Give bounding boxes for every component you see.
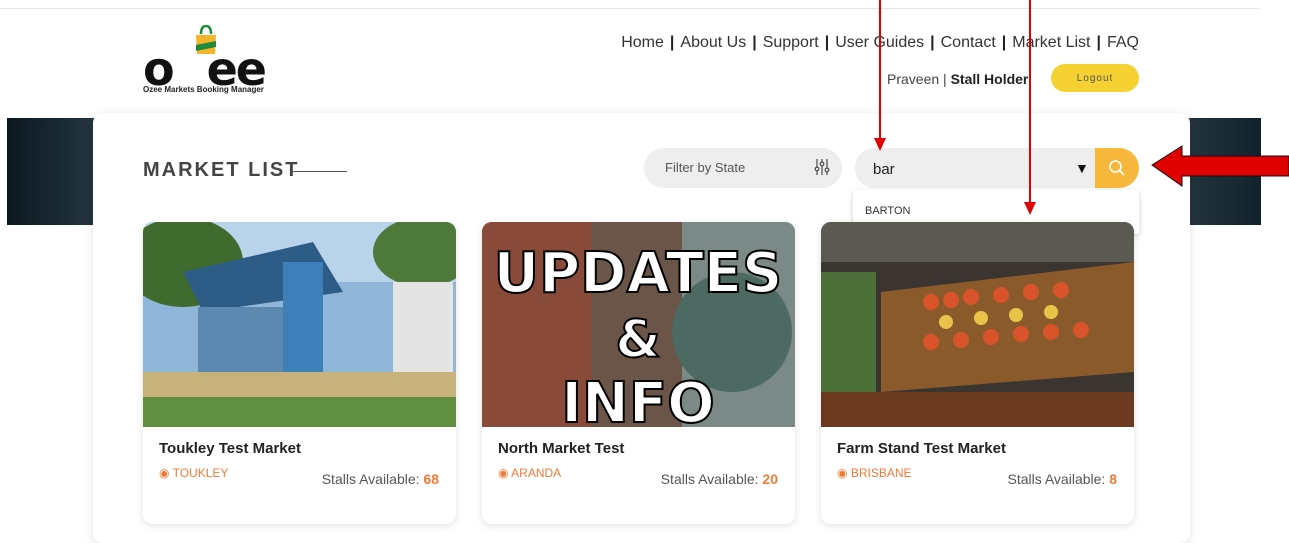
search-button[interactable] (1095, 148, 1139, 188)
nav-home[interactable]: Home (621, 34, 664, 51)
title-underline (293, 171, 347, 172)
market-image-toukley (143, 222, 456, 427)
ozee-logo[interactable]: o ee Ozee Markets Booking Manager (143, 25, 293, 95)
triangle-down-icon[interactable]: ▼ (1075, 160, 1089, 176)
nav-separator: | (669, 34, 675, 51)
stalls-available: Stalls Available: 68 (322, 471, 439, 487)
user-role: Stall Holder (950, 71, 1029, 87)
search-input[interactable] (871, 156, 1065, 182)
market-location: ◉ TOUKLEY (159, 466, 228, 480)
user-name: Praveen (887, 71, 940, 87)
market-image-farm-stand (821, 222, 1134, 427)
market-location: ◉ ARANDA (498, 466, 561, 480)
image-text-updates: UPDATES (494, 241, 783, 306)
filter-by-state[interactable]: Filter by State (644, 148, 842, 188)
nav-support[interactable]: Support (763, 34, 819, 51)
suggestion-item[interactable]: BARTON (865, 205, 910, 217)
market-search-box[interactable]: ▼ (855, 148, 1139, 188)
location-text: ARANDA (511, 466, 562, 480)
logout-button[interactable]: Logout (1051, 64, 1139, 92)
sliders-icon (814, 158, 830, 181)
stalls-available: Stalls Available: 20 (661, 471, 778, 487)
stalls-label: Stalls Available: (321, 471, 420, 487)
nav-separator: | (824, 34, 830, 51)
location-text: TOUKLEY (172, 466, 229, 480)
stalls-count: 20 (762, 471, 778, 487)
user-separator: | (943, 71, 947, 87)
market-card[interactable]: Toukley Test Market ◉ TOUKLEY Stalls Ava… (143, 222, 456, 524)
nav-separator: | (930, 34, 935, 51)
search-icon (1109, 160, 1125, 176)
market-location: ◉ BRISBANE (837, 466, 912, 480)
stalls-count: 68 (423, 471, 439, 487)
page-title: MARKET LIST (143, 159, 300, 181)
nav-separator: | (752, 34, 757, 51)
nav-market-list[interactable]: Market List (1012, 34, 1090, 51)
market-name[interactable]: Toukley Test Market (159, 440, 301, 457)
map-pin-icon: ◉ (498, 466, 509, 480)
market-card[interactable]: UPDATES & INFO North Market Test ◉ ARAND… (482, 222, 795, 524)
market-image-updates-info: UPDATES & INFO (482, 222, 795, 427)
main-nav: Home | About Us | Support | User Guides | Contac… (621, 34, 1139, 52)
market-card[interactable]: Farm Stand Test Market ◉ BRISBANE Stalls… (821, 222, 1134, 524)
image-text-info: INFO (561, 371, 715, 427)
stalls-label: Stalls Available: (1007, 471, 1106, 487)
market-name[interactable]: Farm Stand Test Market (837, 440, 1006, 457)
image-text-ampersand: & (615, 310, 660, 370)
location-text: BRISBANE (850, 466, 912, 480)
nav-separator: | (1001, 34, 1007, 51)
map-pin-icon: ◉ (837, 466, 848, 480)
stalls-label: Stalls Available: (660, 471, 759, 487)
stalls-available: Stalls Available: 8 (1008, 471, 1118, 487)
nav-contact[interactable]: Contact (941, 34, 996, 51)
map-pin-icon: ◉ (159, 466, 170, 480)
nav-user-guides[interactable]: User Guides (835, 34, 924, 51)
market-name[interactable]: North Market Test (498, 440, 624, 457)
nav-about-us[interactable]: About Us (680, 34, 746, 51)
logo-tagline: Ozee Markets Booking Manager (143, 85, 264, 94)
nav-separator: | (1096, 34, 1101, 51)
stalls-count: 8 (1109, 471, 1117, 487)
filter-label: Filter by State (665, 160, 746, 175)
top-divider (0, 8, 1260, 9)
user-info: Praveen | Stall Holder (887, 71, 1028, 87)
nav-faq[interactable]: FAQ (1107, 34, 1139, 51)
